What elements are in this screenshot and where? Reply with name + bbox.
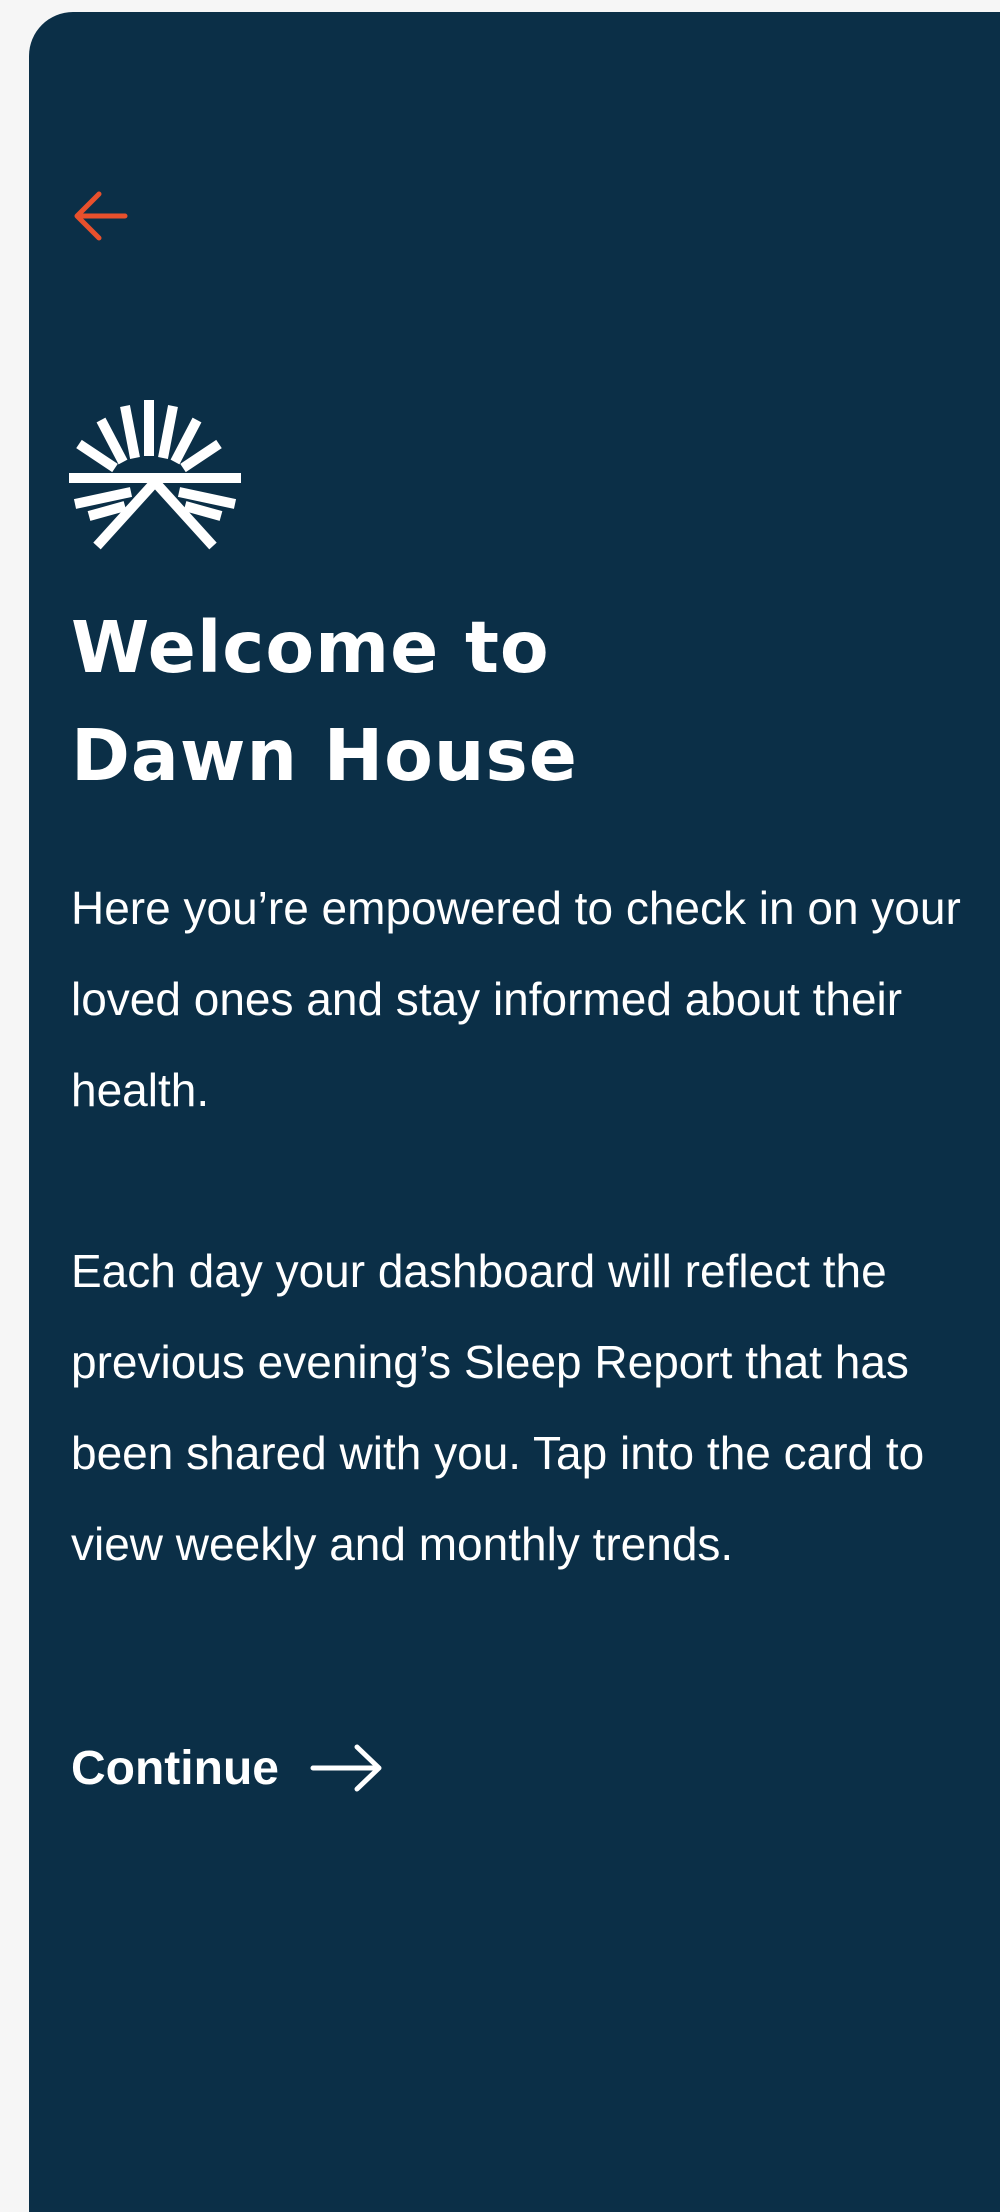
- intro-paragraph: Here you’re empowered to check in on you…: [71, 882, 961, 1116]
- sunrise-logo-icon: [69, 400, 241, 550]
- details-paragraph: Each day your dashboard will reflect the…: [71, 1245, 925, 1570]
- continue-label: Continue: [71, 1741, 279, 1795]
- title-line-2: Dawn House: [71, 714, 578, 797]
- page-title: Welcome to Dawn House: [71, 594, 971, 810]
- onboarding-screen: Welcome to Dawn House Here you’re empowe…: [29, 12, 1000, 2212]
- arrow-right-icon: [309, 1743, 385, 1793]
- arrow-left-icon: [74, 191, 128, 241]
- title-line-1: Welcome to: [71, 606, 550, 689]
- continue-button[interactable]: Continue: [71, 1728, 385, 1808]
- back-button[interactable]: [67, 184, 131, 248]
